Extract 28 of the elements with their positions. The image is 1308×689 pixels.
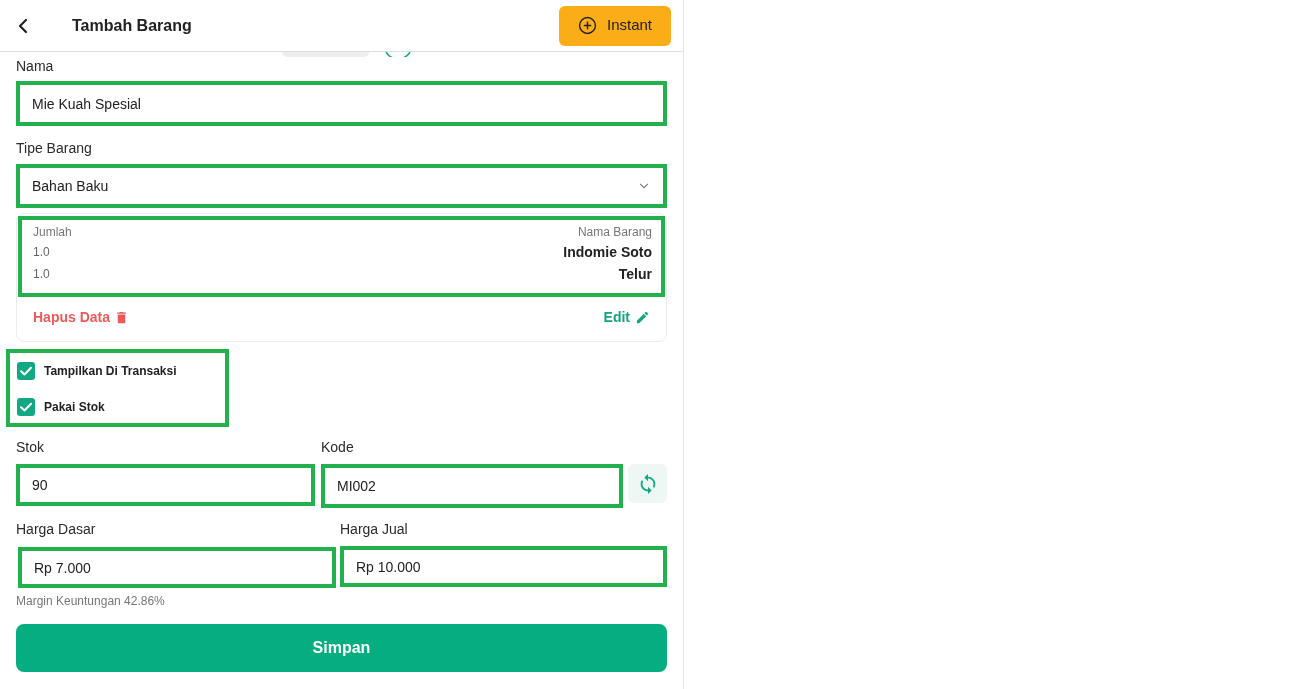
checkbox-label: Pakai Stok: [44, 399, 105, 416]
field-label: Stok: [16, 438, 45, 457]
field-label: Tipe Barang: [16, 139, 93, 158]
plus-circle-icon: [578, 16, 597, 35]
field-label: Kode: [321, 438, 355, 457]
page-title: Tambah Barang: [72, 15, 192, 36]
table-cell-text: 1.0: [33, 266, 50, 283]
column-header: Jumlah: [33, 224, 72, 241]
field-label: Harga Dasar: [16, 520, 97, 539]
table-cell-text: Indomie Soto: [563, 242, 652, 262]
checkbox[interactable]: [17, 398, 35, 416]
field-label: Harga Jual: [340, 520, 409, 539]
type-select[interactable]: Bahan Baku: [16, 164, 667, 208]
checkbox[interactable]: [17, 362, 35, 380]
input-field[interactable]: Mie Kuah Spesial: [16, 81, 667, 126]
checkbox-label: Tampilkan Di Transaksi: [44, 363, 177, 380]
instant-button[interactable]: Instant: [559, 5, 671, 46]
column-header: Nama Barang: [577, 224, 652, 241]
field-label: Nama: [16, 57, 55, 76]
margin-note: Margin Keuntungan 42.86%: [16, 593, 166, 609]
table-cell-text: 1.0: [33, 244, 50, 261]
input-field[interactable]: MI002: [321, 464, 623, 508]
pencil-icon: [635, 309, 650, 325]
table-cell-text: Telur: [618, 264, 652, 284]
refresh-button[interactable]: [628, 464, 667, 503]
input-field[interactable]: Rp 10.000: [340, 546, 667, 587]
input-field[interactable]: 90: [16, 464, 315, 506]
input-field[interactable]: Rp 7.000: [18, 547, 336, 588]
